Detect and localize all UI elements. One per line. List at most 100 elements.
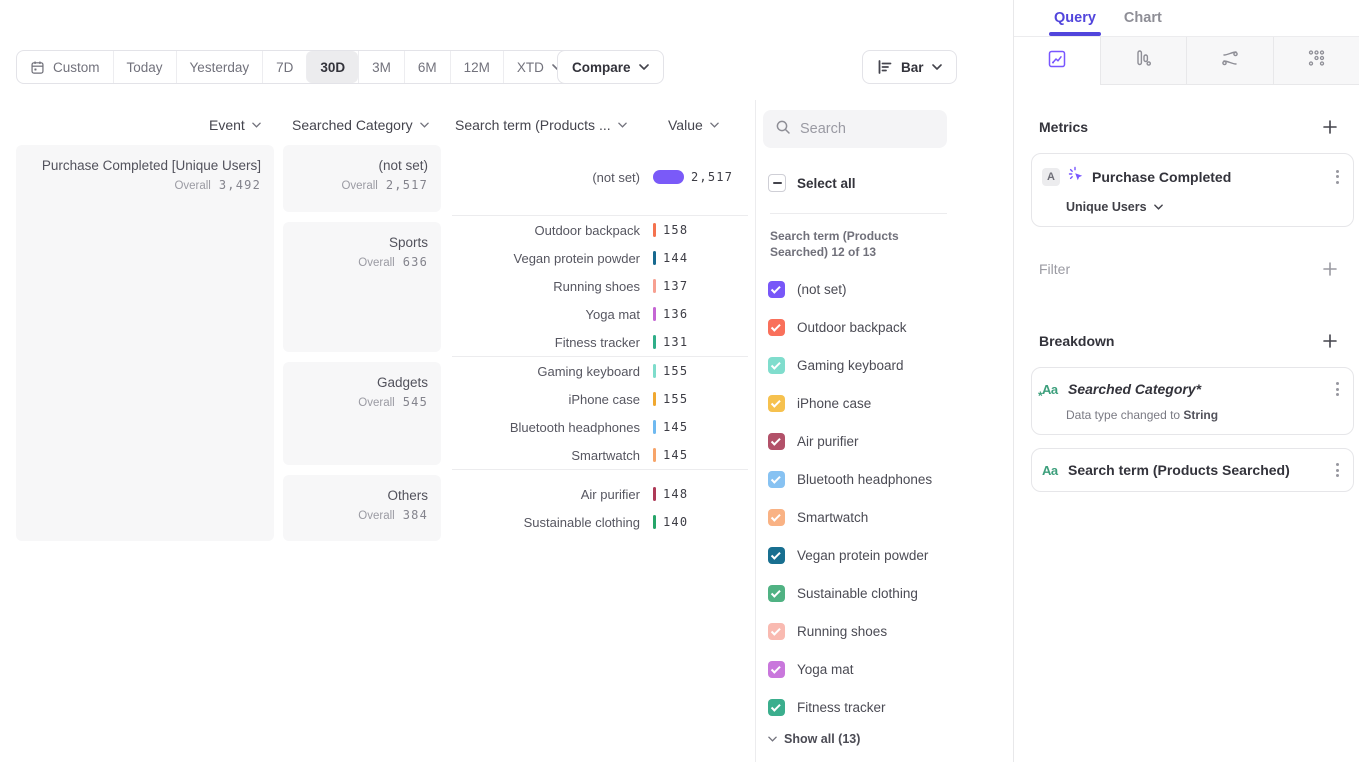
term-row[interactable]: Air purifier 148 — [452, 480, 748, 508]
category-cell[interactable]: Others Overall384 — [283, 475, 441, 541]
term-row[interactable]: Gaming keyboard155 — [452, 357, 748, 385]
tab-retention[interactable] — [1273, 37, 1359, 85]
metric-menu-kebab-icon[interactable] — [1334, 168, 1341, 186]
column-header-searched-category[interactable]: Searched Category — [292, 117, 429, 133]
date-range-3m[interactable]: 3M — [358, 51, 404, 83]
term-label: Yoga mat — [452, 307, 653, 322]
checkmark-icon — [771, 587, 781, 597]
compare-button[interactable]: Compare — [557, 50, 664, 84]
filter-item[interactable]: (not set) — [768, 270, 1003, 308]
term-row[interactable]: Vegan protein powder144 — [452, 244, 748, 272]
chart-type-dropdown[interactable]: Bar — [862, 50, 957, 84]
tab-chart[interactable]: Chart — [1124, 0, 1162, 36]
checkmark-icon — [771, 663, 781, 673]
term-value-list: (not set)2,517 Outdoor backpack158Vegan p… — [452, 145, 748, 536]
filter-item[interactable]: Running shoes — [768, 612, 1003, 650]
filter-item-checkbox[interactable] — [768, 357, 785, 374]
select-all-row[interactable]: Select all — [768, 174, 856, 192]
value-label: 145 — [663, 420, 688, 434]
term-row[interactable]: Bluetooth headphones145 — [452, 413, 748, 441]
term-group: Gaming keyboard155iPhone case155Bluetoot… — [452, 356, 748, 469]
breakdown-card[interactable]: Aa Search term (Products Searched) — [1031, 448, 1354, 492]
term-row[interactable]: Sustainable clothing140 — [452, 508, 748, 536]
breakdown-menu-kebab-icon[interactable] — [1334, 380, 1341, 398]
filter-item[interactable]: Bluetooth headphones — [768, 460, 1003, 498]
term-row[interactable]: Smartwatch145 — [452, 441, 748, 469]
filter-item-checkbox[interactable] — [768, 433, 785, 450]
date-range-6m[interactable]: 6M — [404, 51, 450, 83]
filter-item[interactable]: Outdoor backpack — [768, 308, 1003, 346]
value-label: 148 — [663, 487, 688, 501]
search-box[interactable] — [763, 110, 947, 148]
column-header-value[interactable]: Value — [668, 117, 719, 133]
bar-cell: 131 — [653, 335, 748, 349]
date-range-today[interactable]: Today — [113, 51, 176, 83]
term-group: (not set)2,517 — [452, 145, 748, 215]
value-bar — [653, 307, 656, 321]
filter-item[interactable]: Smartwatch — [768, 498, 1003, 536]
date-range-selector[interactable]: CustomTodayYesterday7D30D3M6M12MXTD — [16, 50, 576, 84]
term-row[interactable]: Yoga mat 136 — [452, 300, 748, 328]
searched-category-column: (not set) Overall2,517 Sports Overall636… — [283, 145, 441, 551]
date-range-yesterday[interactable]: Yesterday — [176, 51, 263, 83]
column-header-event[interactable]: Event — [209, 117, 261, 133]
aggregation-selector[interactable]: Unique Users — [1066, 200, 1341, 214]
filter-item[interactable]: Fitness tracker — [768, 688, 1003, 726]
value-label: 131 — [663, 335, 688, 349]
date-range-custom[interactable]: Custom — [17, 51, 113, 83]
filter-item-checkbox[interactable] — [768, 319, 785, 336]
category-cell[interactable]: Sports Overall636 — [283, 222, 441, 352]
category-cell[interactable]: (not set) Overall2,517 — [283, 145, 441, 212]
value-label: 140 — [663, 515, 688, 529]
filter-item[interactable]: Sustainable clothing — [768, 574, 1003, 612]
filter-item-checkbox[interactable] — [768, 395, 785, 412]
filter-item-checkbox[interactable] — [768, 509, 785, 526]
filter-item-checkbox[interactable] — [768, 623, 785, 640]
value-bar — [653, 448, 656, 462]
category-cell[interactable]: Gadgets Overall545 — [283, 362, 441, 465]
event-cell[interactable]: Purchase Completed [Unique Users] Overal… — [16, 145, 274, 541]
category-overall: Overall2,517 — [296, 178, 428, 192]
term-row[interactable]: Running shoes137 — [452, 272, 748, 300]
breakdown-card[interactable]: Aa* Searched Category* Data type changed… — [1031, 367, 1354, 435]
value-label: 136 — [663, 307, 688, 321]
filter-item-checkbox[interactable] — [768, 547, 785, 564]
compare-label: Compare — [572, 60, 631, 75]
tab-funnels[interactable] — [1100, 37, 1187, 85]
filter-item-label: Smartwatch — [797, 510, 868, 525]
metric-card[interactable]: A Purchase Completed Unique Users — [1031, 153, 1354, 227]
term-row[interactable]: iPhone case155 — [452, 385, 748, 413]
term-row[interactable]: (not set)2,517 — [452, 163, 748, 191]
metrics-title: Metrics — [1039, 119, 1088, 135]
filter-item-checkbox[interactable] — [768, 585, 785, 602]
date-range-7d[interactable]: 7D — [262, 51, 306, 83]
select-all-checkbox[interactable] — [768, 174, 786, 192]
breakdown-menu-kebab-icon[interactable] — [1334, 461, 1341, 479]
search-input[interactable] — [800, 121, 930, 137]
filter-item[interactable]: Gaming keyboard — [768, 346, 1003, 384]
filter-item[interactable]: Yoga mat — [768, 650, 1003, 688]
filter-item[interactable]: iPhone case — [768, 384, 1003, 422]
filter-item-checkbox[interactable] — [768, 661, 785, 678]
term-row[interactable]: Fitness tracker 131 — [452, 328, 748, 356]
add-metric-button[interactable] — [1323, 120, 1337, 134]
filter-item[interactable]: Air purifier — [768, 422, 1003, 460]
filter-item-checkbox[interactable] — [768, 281, 785, 298]
term-label: Air purifier — [452, 487, 653, 502]
filter-item[interactable]: Vegan protein powder — [768, 536, 1003, 574]
show-all-button[interactable]: Show all (13) — [768, 732, 860, 746]
bar-cell: 145 — [653, 420, 748, 434]
date-range-12m[interactable]: 12M — [450, 51, 503, 83]
filter-item-checkbox[interactable] — [768, 471, 785, 488]
add-filter-button[interactable] — [1323, 262, 1337, 276]
date-range-30d[interactable]: 30D — [306, 51, 358, 83]
tab-query[interactable]: Query — [1054, 0, 1096, 36]
column-header-search-term[interactable]: Search term (Products ... — [455, 117, 627, 133]
term-label: Fitness tracker — [452, 335, 653, 350]
tab-insights-chart[interactable] — [1014, 37, 1100, 85]
filter-item-checkbox[interactable] — [768, 699, 785, 716]
tab-flows[interactable] — [1186, 37, 1273, 85]
add-breakdown-button[interactable] — [1323, 334, 1337, 348]
value-label: 155 — [663, 392, 688, 406]
term-row[interactable]: Outdoor backpack158 — [452, 216, 748, 244]
